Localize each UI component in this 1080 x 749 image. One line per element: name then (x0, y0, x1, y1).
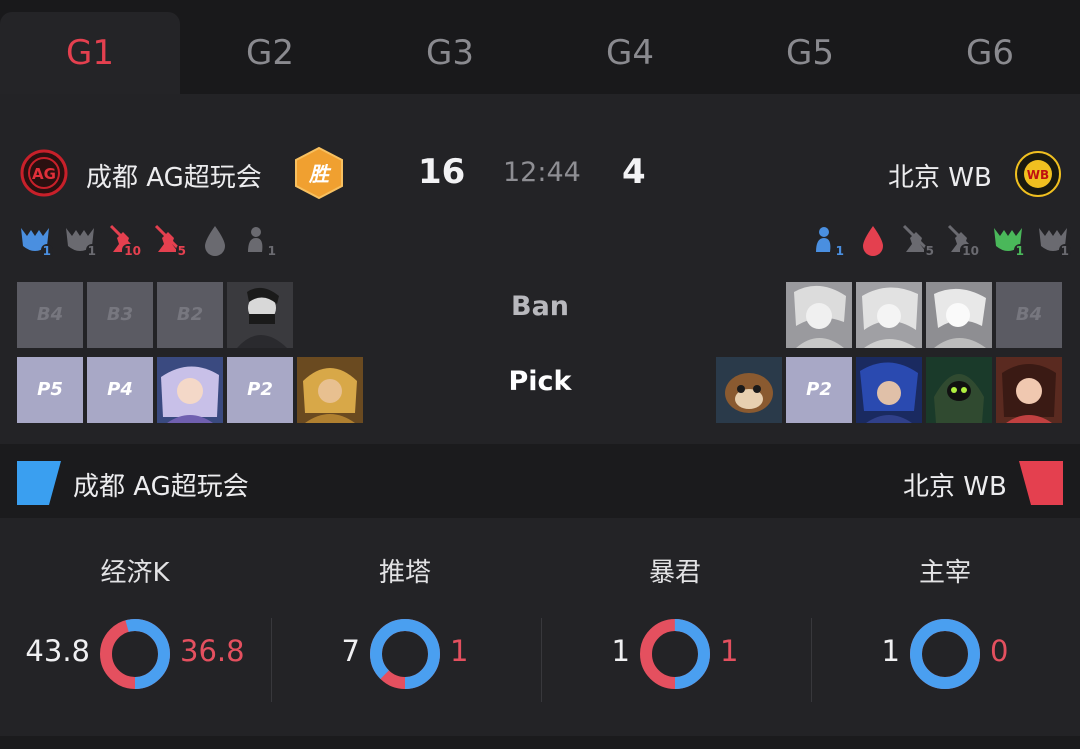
stat-tyrant-right-value: 1 (720, 634, 739, 668)
economy-ratio-donut (100, 619, 170, 689)
left-team-name: 成都 AG超玩会 (86, 163, 262, 193)
right-picked-hero-portrait-3[interactable] (926, 357, 992, 423)
stat-divider (541, 618, 542, 702)
stat-title-overlord: 主宰 (918, 558, 971, 588)
stat-tyrant-left-value: 1 (611, 634, 630, 668)
ban-label: Ban (510, 291, 570, 322)
left-pick-slot-p5: P5 (17, 357, 83, 423)
left-objective-blood-icon (197, 222, 233, 258)
tab-g4[interactable]: G4 (540, 12, 720, 94)
ag-team-logo[interactable]: AG (20, 149, 68, 197)
tab-g2[interactable]: G2 (180, 12, 360, 94)
right-picked-hero-portrait-4[interactable] (996, 357, 1062, 423)
left-pick-slot-p2: P2 (227, 357, 293, 423)
right-objective-dragon-icon: 1 (1035, 222, 1071, 258)
right-ban-slot-b4: B4 (996, 282, 1062, 348)
right-banned-hero-portrait-1[interactable] (786, 282, 852, 348)
tab-g6[interactable]: G6 (900, 12, 1080, 94)
tab-g5[interactable]: G5 (720, 12, 900, 94)
left-banned-hero-portrait[interactable] (227, 282, 293, 348)
left-objective-tower-icon: 5 (152, 222, 188, 258)
right-objective-dragon-icon: 1 (990, 222, 1026, 258)
pick-label: Pick (508, 366, 572, 397)
objective-count: 5 (175, 244, 188, 258)
right-score: 4 (622, 152, 646, 192)
objective-count: 1 (265, 244, 278, 258)
stat-economy-right-value: 36.8 (180, 634, 245, 668)
svg-text:胜: 胜 (308, 162, 332, 186)
right-objective-tower-icon: 10 (945, 222, 981, 258)
stat-title-towers: 推塔 (378, 558, 431, 588)
strip-left-team-name: 成都 AG超玩会 (73, 472, 249, 502)
wb-team-logo[interactable]: WB (1014, 150, 1062, 198)
tab-g1[interactable]: G1 (0, 12, 180, 94)
left-objective-dragon-icon: 1 (17, 222, 53, 258)
match-time: 12:44 (503, 157, 581, 188)
tab-g3[interactable]: G3 (360, 12, 540, 94)
left-objective-dragon-icon: 1 (62, 222, 98, 258)
right-team-name: 北京 WB (888, 163, 992, 193)
win-badge-icon: 胜 (295, 146, 343, 200)
objective-count: 1 (1058, 244, 1071, 258)
towers-ratio-donut (370, 619, 440, 689)
right-banned-hero-portrait-2[interactable] (856, 282, 922, 348)
overlord-ratio-donut (910, 619, 980, 689)
stat-economy-left-value: 43.8 (25, 634, 90, 668)
donut-left-segment (910, 619, 980, 689)
left-objective-tyrant-icon: 1 (242, 222, 278, 258)
objective-count: 10 (960, 244, 981, 258)
right-banned-hero-portrait-3[interactable] (926, 282, 992, 348)
objective-count: 1 (1013, 244, 1026, 258)
objective-count: 1 (833, 244, 846, 258)
game-tab-bar: G1 G2 G3 G4 G5 G6 (0, 0, 1080, 94)
stat-overlord-right-value: 0 (990, 634, 1009, 668)
objective-count: 5 (923, 244, 936, 258)
left-picked-hero-portrait-2[interactable] (297, 357, 363, 423)
objective-count: 10 (122, 244, 143, 258)
left-team-color-flag-icon (17, 461, 61, 505)
right-objective-blood-icon (855, 222, 891, 258)
right-picked-hero-portrait-2[interactable] (856, 357, 922, 423)
right-picked-hero-portrait-1[interactable] (716, 357, 782, 423)
stat-title-economy: 经济K (100, 558, 170, 588)
strip-right-team-name: 北京 WB (903, 472, 1007, 502)
stat-overlord-left-value: 1 (881, 634, 900, 668)
right-objective-tyrant-icon: 1 (810, 222, 846, 258)
stat-towers-left-value: 7 (341, 634, 360, 668)
left-ban-slot-b3: B3 (87, 282, 153, 348)
bottom-bar (0, 736, 1080, 749)
left-score: 16 (418, 152, 466, 192)
stat-divider (811, 618, 812, 702)
left-pick-slot-p4: P4 (87, 357, 153, 423)
right-objective-tower-icon: 5 (900, 222, 936, 258)
right-team-color-flag-icon (1019, 461, 1063, 505)
stat-divider (271, 618, 272, 702)
objective-count: 1 (85, 244, 98, 258)
objective-count: 1 (40, 244, 53, 258)
stat-title-tyrant: 暴君 (648, 558, 701, 588)
left-objective-tower-icon: 10 (107, 222, 143, 258)
left-ban-slot-b2: B2 (157, 282, 223, 348)
svg-text:WB: WB (1027, 168, 1049, 182)
tyrant-ratio-donut (640, 619, 710, 689)
right-pick-slot-p2: P2 (786, 357, 852, 423)
donut-left-segment (370, 619, 440, 689)
left-ban-slot-b4: B4 (17, 282, 83, 348)
stat-towers-right-value: 1 (450, 634, 469, 668)
left-picked-hero-portrait-1[interactable] (157, 357, 223, 423)
svg-text:AG: AG (32, 165, 56, 183)
